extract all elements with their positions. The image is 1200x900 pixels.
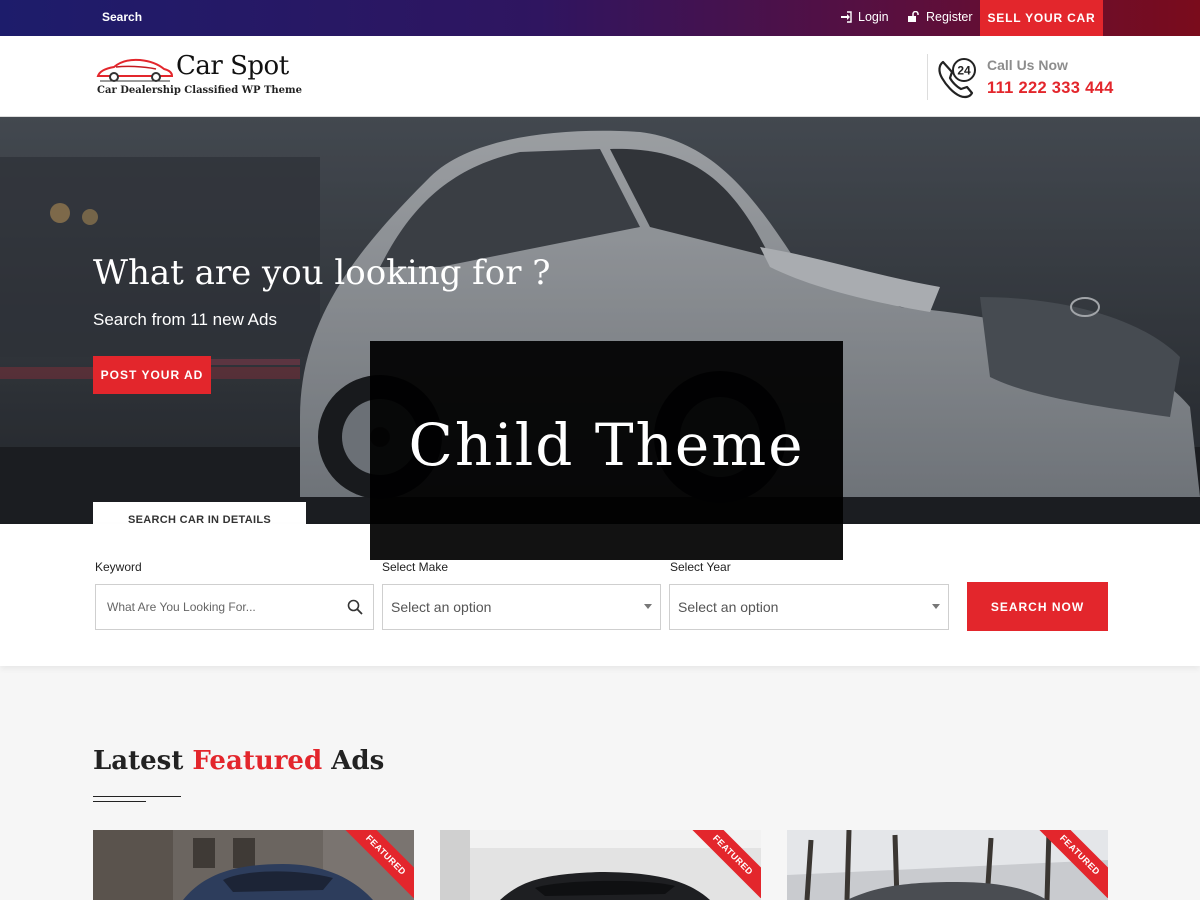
search-icon[interactable] xyxy=(347,599,363,615)
login-icon xyxy=(841,11,852,23)
title-part-latest: Latest xyxy=(93,746,184,776)
title-underline-long xyxy=(93,796,181,797)
header-divider xyxy=(927,54,928,100)
year-selected-value: Select an option xyxy=(678,599,779,615)
top-bar: Search Login Register SELL YOUR CAR xyxy=(0,0,1200,36)
tab-search-car-details[interactable]: SEARCH CAR IN DETAILS xyxy=(93,502,306,524)
sell-your-car-button[interactable]: SELL YOUR CAR xyxy=(980,0,1103,36)
search-now-button[interactable]: SEARCH NOW xyxy=(967,582,1108,631)
unlock-icon xyxy=(908,11,919,22)
make-selected-value: Select an option xyxy=(391,599,492,615)
phone-badge-text: 24 xyxy=(957,64,971,78)
year-select[interactable]: Select an option xyxy=(669,584,949,630)
keyword-label: Keyword xyxy=(95,560,142,574)
year-label: Select Year xyxy=(670,560,731,574)
title-part-featured: Featured xyxy=(192,746,323,776)
hero-title: What are you looking for ? xyxy=(93,253,551,293)
register-link[interactable]: Register xyxy=(907,10,973,24)
register-label: Register xyxy=(926,10,973,24)
hero-subtitle: Search from 11 new Ads xyxy=(93,310,277,329)
logo-tagline: Car Dealership Classified WP Theme xyxy=(97,85,302,96)
post-your-ad-button[interactable]: POST YOUR AD xyxy=(93,356,211,394)
child-theme-text: Child Theme xyxy=(408,410,805,479)
make-label: Select Make xyxy=(382,560,449,574)
login-link[interactable]: Login xyxy=(840,10,889,24)
logo-name[interactable]: Car Spot xyxy=(176,51,289,81)
site-header: Car Spot Car Dealership Classified WP Th… xyxy=(0,36,1200,117)
make-select[interactable]: Select an option xyxy=(382,584,661,630)
featured-ad-card[interactable]: FEATURED xyxy=(787,830,1108,900)
child-theme-overlay: Child Theme xyxy=(370,341,843,560)
phone-24-icon: 24 xyxy=(938,58,976,99)
title-part-ads: Ads xyxy=(331,746,385,776)
title-underline-short xyxy=(93,801,146,802)
keyword-input[interactable]: What Are You Looking For... xyxy=(95,584,374,630)
featured-ad-card[interactable]: FEATURED xyxy=(93,830,414,900)
featured-ad-card[interactable]: FEATURED xyxy=(440,830,761,900)
call-us-label: Call Us Now xyxy=(987,57,1068,73)
call-us-number[interactable]: 111 222 333 444 xyxy=(987,79,1114,98)
login-label: Login xyxy=(858,10,889,24)
top-search-link[interactable]: Search xyxy=(102,10,142,24)
car-logo-icon[interactable] xyxy=(96,56,174,84)
chevron-down-icon xyxy=(932,604,940,609)
latest-section-title: Latest Featured Ads xyxy=(93,746,384,776)
keyword-placeholder: What Are You Looking For... xyxy=(107,600,256,614)
chevron-down-icon xyxy=(644,604,652,609)
